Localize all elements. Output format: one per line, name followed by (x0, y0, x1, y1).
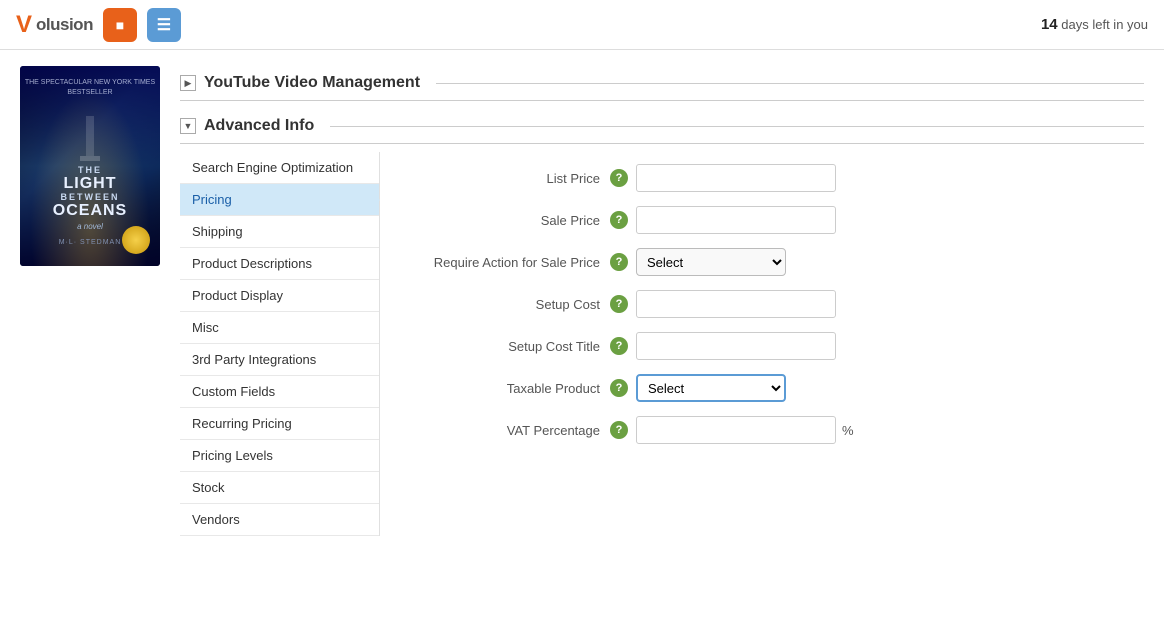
logo-text: olusion (36, 15, 93, 35)
sale-price-input[interactable] (636, 206, 836, 234)
days-left: 14 (1041, 16, 1058, 33)
advanced-section-header: ▼ Advanced Info (180, 109, 1144, 144)
list-price-input[interactable] (636, 164, 836, 192)
sidebar-item-vendors-label: Vendors (192, 512, 240, 527)
content-wrapper: THE SPECTACULAR NEW YORK TIMES BESTSELLE… (0, 50, 1164, 552)
advanced-section-title: Advanced Info (204, 117, 314, 135)
sidebar-item-custom-fields-label: Custom Fields (192, 384, 275, 399)
youtube-section-title: YouTube Video Management (204, 74, 420, 92)
advanced-collapse-btn[interactable]: ▼ (180, 118, 196, 134)
advanced-body: Search Engine Optimization Pricing Shipp… (180, 144, 1144, 536)
sidebar-item-3rd-party-label: 3rd Party Integrations (192, 352, 316, 367)
navbar-left: V olusion ■ ☰ (16, 8, 181, 42)
setup-cost-input[interactable] (636, 290, 836, 318)
sidebar-item-product-display-label: Product Display (192, 288, 283, 303)
vat-percentage-input[interactable] (636, 416, 836, 444)
sidebar-item-misc-label: Misc (192, 320, 219, 335)
sidebar-item-misc[interactable]: Misc (180, 312, 379, 344)
nav-menu: Search Engine Optimization Pricing Shipp… (180, 152, 380, 536)
sidebar-item-seo-label: Search Engine Optimization (192, 160, 353, 175)
nav-icon-design[interactable]: ☰ (147, 8, 181, 42)
sidebar-item-pricing-label: Pricing (192, 192, 232, 207)
taxable-product-select[interactable]: Select (636, 374, 786, 402)
taxable-product-help-icon[interactable]: ? (610, 379, 628, 397)
setup-cost-help-icon[interactable]: ? (610, 295, 628, 313)
sale-price-label: Sale Price (410, 213, 610, 228)
youtube-collapse-btn[interactable]: ▶ (180, 75, 196, 91)
require-action-select[interactable]: Select (636, 248, 786, 276)
taxable-product-row: Taxable Product ? Select (410, 374, 1114, 402)
setup-cost-row: Setup Cost ? (410, 290, 1114, 318)
sections-panel: ▶ YouTube Video Management ▼ Advanced In… (180, 66, 1144, 536)
sale-price-help-icon[interactable]: ? (610, 211, 628, 229)
main-content: THE SPECTACULAR NEW YORK TIMES BESTSELLE… (0, 50, 1164, 636)
navbar: V olusion ■ ☰ 14 days left in you (0, 0, 1164, 50)
list-price-row: List Price ? (410, 164, 1114, 192)
setup-cost-title-row: Setup Cost Title ? (410, 332, 1114, 360)
advanced-section-line (330, 126, 1144, 127)
vat-percentage-row: VAT Percentage ? % (410, 416, 1114, 444)
require-action-row: Require Action for Sale Price ? Select (410, 248, 1114, 276)
vat-percentage-label: VAT Percentage (410, 423, 610, 438)
sidebar-item-product-display[interactable]: Product Display (180, 280, 379, 312)
book-cover: THE SPECTACULAR NEW YORK TIMES BESTSELLE… (20, 66, 160, 266)
book-subtitle: THE SPECTACULAR NEW YORK TIMES BESTSELLE… (20, 74, 160, 102)
require-action-label: Require Action for Sale Price (410, 255, 610, 270)
products-icon: ■ (116, 17, 124, 33)
list-price-label: List Price (410, 171, 610, 186)
left-panel: THE SPECTACULAR NEW YORK TIMES BESTSELLE… (20, 66, 160, 536)
trial-notice: 14 days left in you (1041, 16, 1148, 33)
vat-percent-suffix: % (842, 423, 854, 438)
list-price-help-icon[interactable]: ? (610, 169, 628, 187)
logo-v-icon: V (16, 11, 32, 39)
sidebar-item-stock-label: Stock (192, 480, 225, 495)
youtube-section-header: ▶ YouTube Video Management (180, 66, 1144, 101)
sidebar-item-shipping[interactable]: Shipping (180, 216, 379, 248)
sidebar-item-custom-fields[interactable]: Custom Fields (180, 376, 379, 408)
design-icon: ☰ (157, 15, 171, 35)
sidebar-item-seo[interactable]: Search Engine Optimization (180, 152, 379, 184)
vat-percentage-help-icon[interactable]: ? (610, 421, 628, 439)
sale-price-row: Sale Price ? (410, 206, 1114, 234)
youtube-section-line (436, 83, 1144, 84)
sidebar-item-product-descriptions[interactable]: Product Descriptions (180, 248, 379, 280)
sidebar-item-vendors[interactable]: Vendors (180, 504, 379, 536)
trial-text: days left in you (1061, 17, 1148, 32)
volusion-logo: V olusion (16, 11, 93, 39)
setup-cost-title-help-icon[interactable]: ? (610, 337, 628, 355)
require-action-help-icon[interactable]: ? (610, 253, 628, 271)
sidebar-item-shipping-label: Shipping (192, 224, 243, 239)
sidebar-item-product-descriptions-label: Product Descriptions (192, 256, 312, 271)
sidebar-item-pricing-levels-label: Pricing Levels (192, 448, 273, 463)
setup-cost-title-input[interactable] (636, 332, 836, 360)
sidebar-item-stock[interactable]: Stock (180, 472, 379, 504)
sidebar-item-recurring-pricing-label: Recurring Pricing (192, 416, 292, 431)
setup-cost-label: Setup Cost (410, 297, 610, 312)
taxable-product-label: Taxable Product (410, 381, 610, 396)
sidebar-item-3rd-party[interactable]: 3rd Party Integrations (180, 344, 379, 376)
nav-icon-products[interactable]: ■ (103, 8, 137, 42)
sidebar-item-pricing-levels[interactable]: Pricing Levels (180, 440, 379, 472)
setup-cost-title-label: Setup Cost Title (410, 339, 610, 354)
sidebar-item-recurring-pricing[interactable]: Recurring Pricing (180, 408, 379, 440)
form-area: List Price ? Sale Price ? Require Action… (380, 152, 1144, 536)
sidebar-item-pricing[interactable]: Pricing (180, 184, 379, 216)
